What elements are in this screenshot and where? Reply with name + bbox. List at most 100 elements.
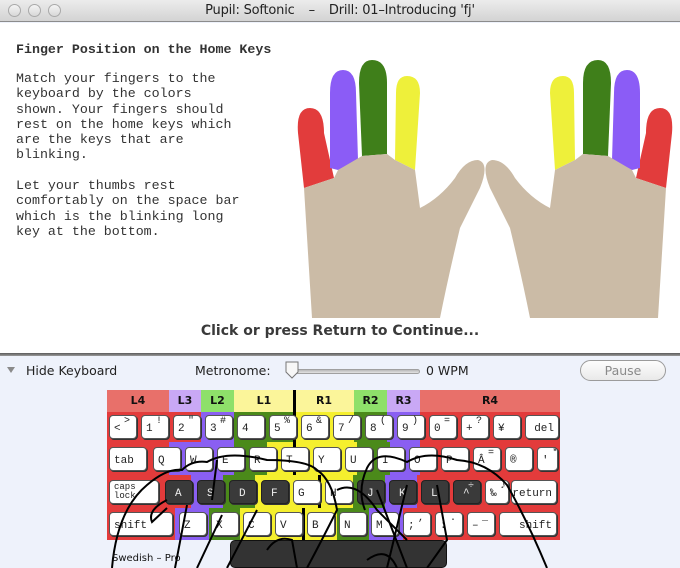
right-pinky-finger — [636, 108, 673, 188]
space-bar[interactable] — [230, 540, 447, 568]
key--[interactable]: ' * — [537, 447, 558, 471]
key-label: T — [286, 455, 293, 467]
key-f[interactable]: F — [261, 480, 289, 504]
key-label: F — [271, 488, 278, 500]
key--[interactable]: ® — [505, 447, 533, 471]
lesson-panel[interactable]: Finger Position on the Home Keys Match y… — [0, 23, 680, 353]
right-middle-finger — [583, 60, 611, 156]
key-label: 4 — [242, 423, 249, 435]
key-u[interactable]: U — [345, 447, 373, 471]
key-o[interactable]: O — [409, 447, 437, 471]
key-del[interactable]: del — [525, 415, 559, 439]
key-8[interactable]: 8( — [365, 415, 393, 439]
key--[interactable]: – _ — [467, 512, 495, 536]
hide-keyboard-toggle[interactable]: Hide Keyboard — [26, 363, 117, 378]
key-t[interactable]: T — [281, 447, 309, 471]
key-shift-label: ( — [380, 416, 387, 427]
metronome-slider-thumb[interactable] — [284, 361, 300, 379]
metronome-label: Metronome: — [195, 363, 271, 378]
keyboard-layout-name: Swedish – Pro — [112, 553, 181, 564]
continue-prompt[interactable]: Click or press Return to Continue... — [0, 323, 680, 339]
key-v[interactable]: V — [275, 512, 303, 536]
key-shift[interactable]: shift — [109, 512, 173, 536]
key-g[interactable]: G — [293, 480, 321, 504]
key-c[interactable]: C — [243, 512, 271, 536]
key-shift-label: , — [418, 513, 425, 524]
key-b[interactable]: B — [307, 512, 335, 536]
key-label: 7 — [338, 423, 345, 435]
key-label: ; — [408, 520, 415, 532]
key--[interactable]: +? — [461, 415, 489, 439]
key-label: I — [382, 455, 389, 467]
key-5[interactable]: 5% — [269, 415, 297, 439]
key-shift-label: . — [450, 513, 457, 524]
key-2[interactable]: 2 " — [173, 415, 201, 439]
key-6[interactable]: 6 & — [301, 415, 329, 439]
key-s[interactable]: S — [197, 480, 225, 504]
key--[interactable]: :. — [435, 512, 463, 536]
key-label: ‰ — [490, 488, 497, 500]
key-label: 8 — [370, 423, 377, 435]
key--[interactable]: ¥ — [493, 415, 521, 439]
key-3[interactable]: 3 # — [205, 415, 233, 439]
key-label: Z — [184, 520, 191, 532]
key-i[interactable]: I — [377, 447, 405, 471]
title-bar: Pupil: Softonic – Drill: 01–Introducing 'f… — [0, 0, 680, 22]
key-shift[interactable]: shift — [499, 512, 557, 536]
key-p[interactable]: P — [441, 447, 469, 471]
key-z[interactable]: Z — [179, 512, 207, 536]
key-label: E — [222, 455, 229, 467]
key-1[interactable]: 1! — [141, 415, 169, 439]
key-return[interactable]: return — [511, 480, 557, 504]
metronome-slider[interactable] — [290, 369, 420, 374]
key--[interactable]: ‰ ♪ — [485, 480, 509, 504]
key-label: return — [512, 488, 552, 500]
key-r[interactable]: R — [249, 447, 277, 471]
key-label: P — [446, 455, 453, 467]
key-4[interactable]: 4 — [237, 415, 265, 439]
key-caps-lock[interactable]: caps lock — [109, 480, 159, 504]
lesson-heading: Finger Position on the Home Keys — [16, 42, 272, 57]
disclosure-triangle-icon[interactable] — [7, 367, 15, 373]
finger-zone-l3: L3 — [169, 390, 201, 412]
key-x[interactable]: X — [211, 512, 239, 536]
key-label: caps lock — [114, 482, 136, 501]
key-label: O — [414, 455, 421, 467]
key-w[interactable]: W — [185, 447, 213, 471]
pause-button[interactable]: Pause — [580, 360, 666, 381]
key-q[interactable]: Q — [153, 447, 181, 471]
key-a[interactable]: A — [165, 480, 193, 504]
key-shift-label: # — [220, 416, 227, 427]
key-7[interactable]: 7/ — [333, 415, 361, 439]
key-d[interactable]: D — [229, 480, 257, 504]
key-m[interactable]: M — [371, 512, 399, 536]
key-h[interactable]: H — [325, 480, 353, 504]
key--[interactable]: < > — [109, 415, 137, 439]
key-n[interactable]: N — [339, 512, 367, 536]
key--[interactable]: Â = — [473, 447, 501, 471]
key-shift-label: / — [348, 416, 355, 427]
window-title-drill: Drill: 01–Introducing 'fj' — [328, 3, 475, 18]
key-label: G — [298, 488, 305, 500]
key-y[interactable]: Y — [313, 447, 341, 471]
key-label: Y — [318, 455, 325, 467]
key-shift-label: ) — [412, 416, 419, 427]
lesson-paragraph-1: Match your fingers to the keyboard by th… — [16, 71, 232, 163]
key-j[interactable]: J — [357, 480, 385, 504]
key--[interactable]: ;, — [403, 512, 431, 536]
key-label: shift — [518, 520, 552, 532]
hands-illustration — [297, 60, 673, 318]
metronome-wpm-value: 0 WPM — [426, 363, 469, 378]
key-l[interactable]: L — [421, 480, 449, 504]
key-tab[interactable]: tab — [109, 447, 147, 471]
key-label: shift — [114, 520, 148, 532]
key-e[interactable]: E — [217, 447, 245, 471]
key-9[interactable]: 9) — [397, 415, 425, 439]
key--[interactable]: ^ ÷ — [453, 480, 481, 504]
right-ring-finger — [612, 70, 640, 170]
key-0[interactable]: 0 = — [429, 415, 457, 439]
key-k[interactable]: K — [389, 480, 417, 504]
key-label: ® — [510, 455, 517, 467]
key-shift-label: > — [124, 416, 131, 427]
lesson-paragraph-2: Let your thumbs rest comfortably on the … — [16, 178, 240, 239]
